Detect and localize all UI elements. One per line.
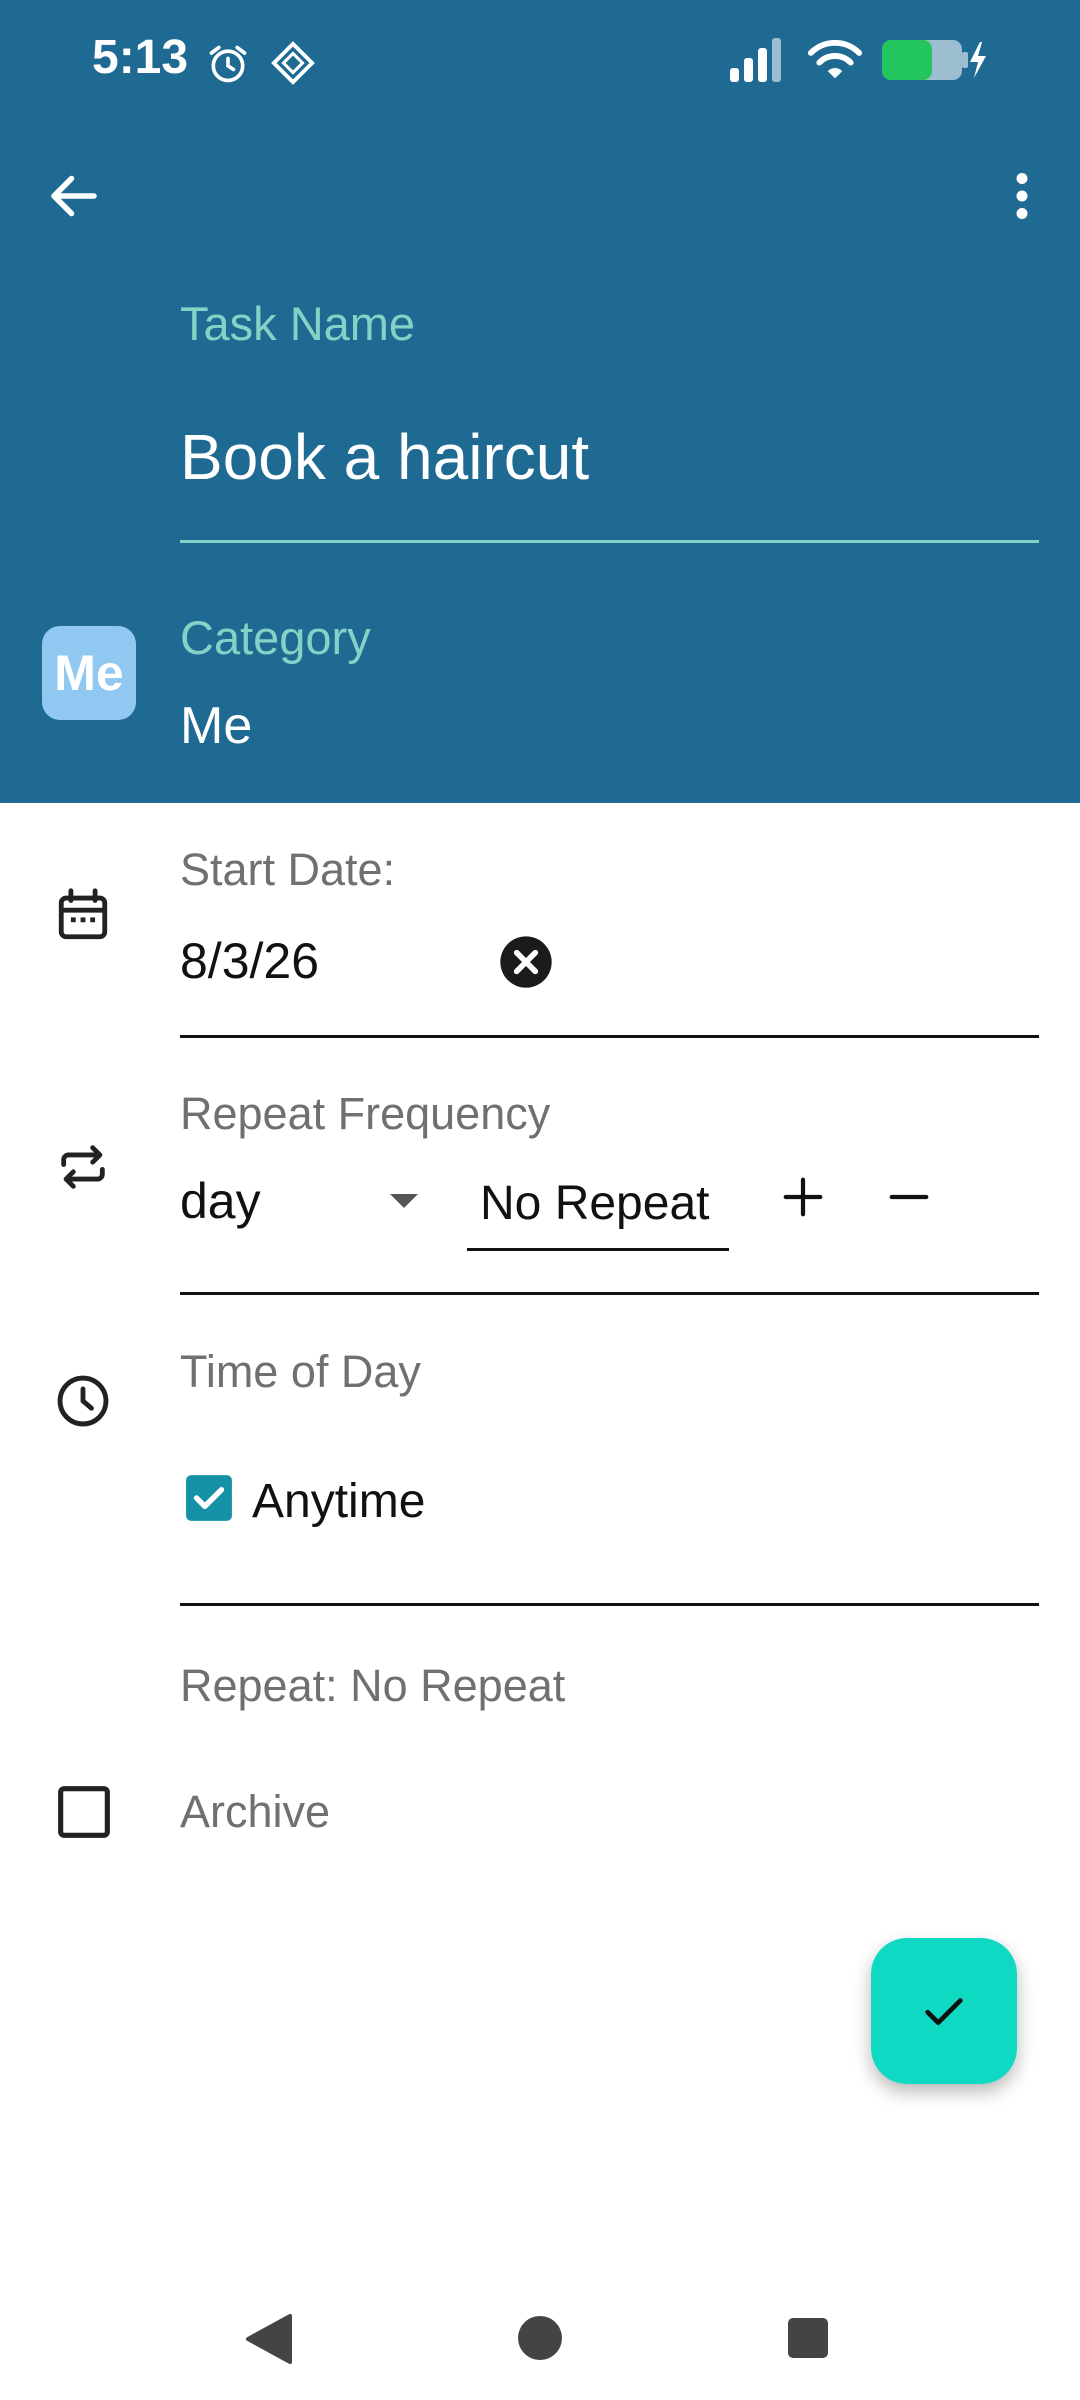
calendar-icon [58,888,108,940]
check-icon [925,1998,963,2025]
clock-icon [57,1375,109,1427]
repeat-icon [61,1145,105,1189]
repeat-frequency-label: Repeat Frequency [180,1088,551,1139]
repeat-summary: Repeat: No Repeat [180,1660,566,1711]
time-of-day-underline [180,1603,1039,1606]
decrement-button[interactable] [886,1174,932,1220]
category-value[interactable]: Me [180,696,252,756]
more-options-button[interactable] [1000,166,1044,226]
back-arrow-button[interactable] [44,166,104,226]
start-date-underline [180,1035,1039,1038]
anytime-checkbox[interactable] [184,1473,234,1523]
battery-charging-icon [882,40,986,80]
category-label: Category [180,611,371,664]
header [0,0,1080,803]
nav-back-button[interactable] [244,2312,294,2366]
dropdown-arrow-icon[interactable] [388,1192,420,1210]
archive-label[interactable]: Archive [180,1786,330,1838]
archive-checkbox[interactable] [56,1784,112,1840]
nav-recents-button[interactable] [786,2316,830,2360]
status-time: 5:13 [92,31,189,84]
category-avatar[interactable]: Me [42,626,136,720]
repeat-frequency-underline [180,1292,1039,1295]
task-name-underline [180,540,1039,543]
wifi-icon [807,39,863,79]
repeat-count-input[interactable]: No Repeat [480,1176,709,1231]
task-name-label: Task Name [180,297,416,350]
clear-date-button[interactable] [498,934,554,990]
task-name-input[interactable]: Book a haircut [180,420,589,494]
anytime-label[interactable]: Anytime [252,1474,425,1529]
start-date-label: Start Date: [180,844,396,895]
diamond-app-icon [271,41,315,85]
save-fab-button[interactable] [871,1938,1017,2084]
increment-button[interactable] [780,1174,826,1220]
repeat-unit-dropdown[interactable]: day [180,1172,261,1230]
repeat-count-underline [467,1248,729,1251]
time-of-day-label: Time of Day [180,1346,421,1397]
start-date-value[interactable]: 8/3/26 [180,932,319,990]
alarm-icon [209,45,247,83]
nav-home-button[interactable] [516,2314,564,2362]
signal-icon [730,38,781,82]
